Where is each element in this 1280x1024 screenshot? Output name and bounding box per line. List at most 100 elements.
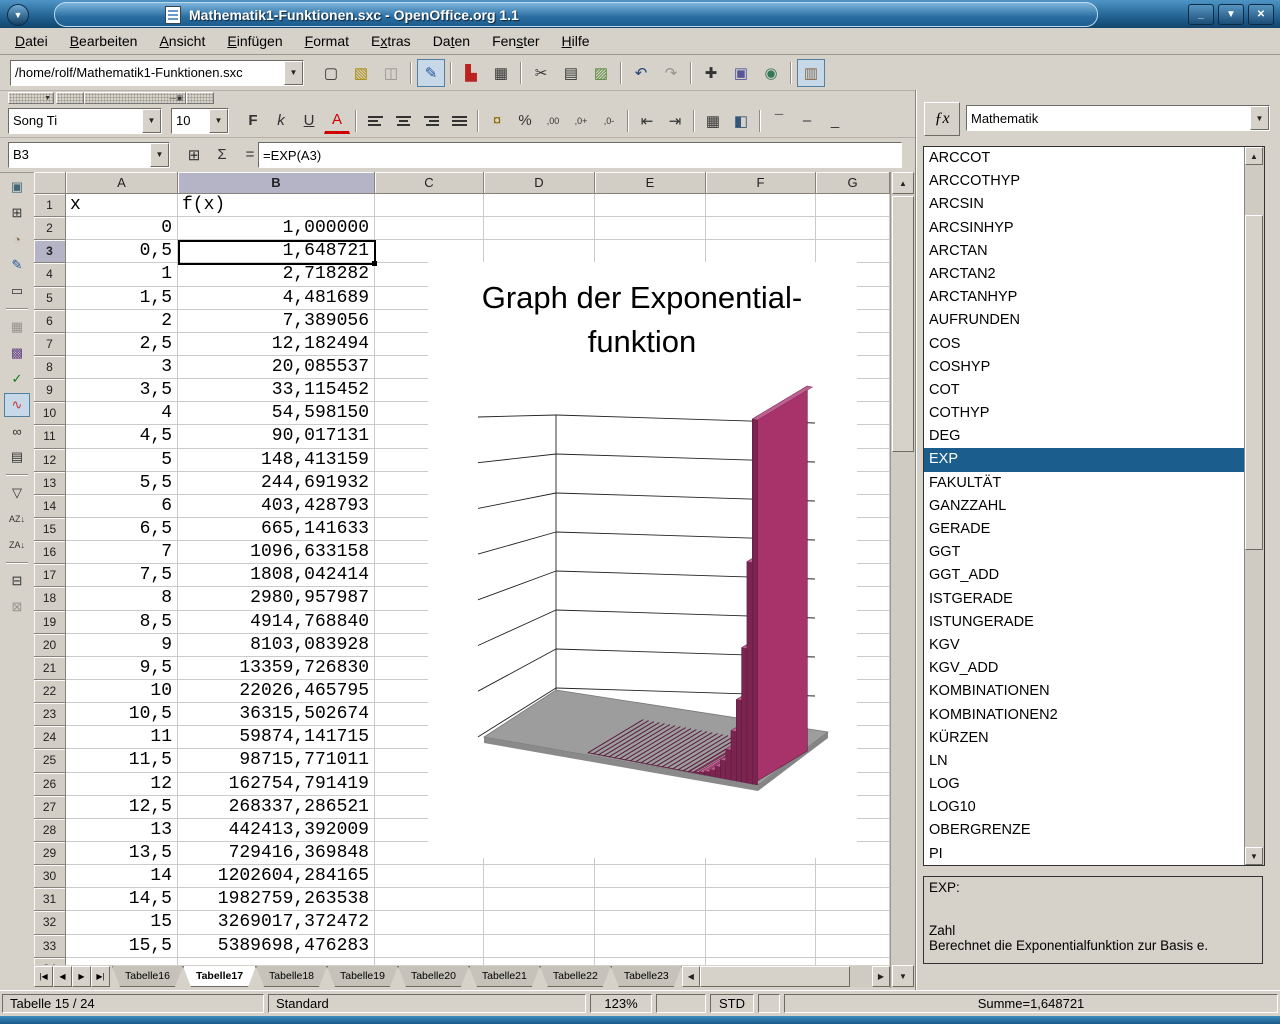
font-name-input[interactable] (9, 110, 142, 132)
export-pdf-icon[interactable]: ▙ (457, 59, 485, 87)
function-item-log[interactable]: LOG (924, 773, 1264, 796)
cell-A5[interactable]: 1,5 (66, 287, 178, 310)
row-header-20[interactable]: 20 (34, 634, 66, 657)
last-sheet-button[interactable]: ▶| (91, 966, 110, 987)
scroll-down-icon[interactable]: ▼ (892, 965, 914, 987)
copy-icon[interactable]: ▤ (557, 59, 585, 87)
function-item-ln[interactable]: LN (924, 750, 1264, 773)
borders-icon[interactable]: ▦ (700, 109, 726, 133)
category-dropdown-icon[interactable]: ▼ (1250, 106, 1269, 130)
function-item-fakultät[interactable]: FAKULTÄT (924, 472, 1264, 495)
font-color-icon[interactable]: A (324, 108, 350, 134)
cell-B31[interactable]: 1982759,263538 (178, 888, 375, 911)
cell-B1[interactable]: f(x) (178, 194, 375, 217)
column-header-F[interactable]: F (706, 172, 816, 194)
insert-form-icon[interactable]: ▭ (4, 279, 30, 303)
horizontal-scroll-thumb[interactable] (700, 966, 850, 987)
row-header-25[interactable]: 25 (34, 749, 66, 772)
increase-indent-icon[interactable]: ⇥ (662, 109, 688, 133)
align-center-vertical-icon[interactable]: – (794, 109, 820, 133)
spellcheck-icon[interactable]: ✓ (4, 367, 30, 391)
document-url-input[interactable] (11, 62, 284, 84)
sheet-tab-tabelle22[interactable]: Tabelle22 (540, 966, 611, 987)
insert-icon[interactable]: ▣ (4, 175, 30, 199)
cell-A3[interactable]: 0,5 (66, 240, 178, 263)
delete-decimal-icon[interactable]: ,0- (596, 109, 622, 133)
cell-A8[interactable]: 3 (66, 356, 178, 379)
sum-icon[interactable]: Σ (209, 143, 235, 167)
status-sheet-position[interactable]: Tabelle 15 / 24 (2, 994, 264, 1013)
title-capsule[interactable]: Mathematik1-Funktionen.sxc - OpenOffice.… (54, 2, 1098, 27)
font-size-dropdown-icon[interactable]: ▼ (209, 109, 228, 133)
row-header-15[interactable]: 15 (34, 518, 66, 541)
cell-B19[interactable]: 4914,768840 (178, 611, 375, 634)
cell-reference-input[interactable] (9, 144, 150, 166)
row-header-10[interactable]: 10 (34, 402, 66, 425)
font-name-combo[interactable]: ▼ (8, 108, 162, 134)
cell-B8[interactable]: 20,085537 (178, 356, 375, 379)
cell-B4[interactable]: 2,718282 (178, 263, 375, 286)
status-selection-mode[interactable]: STD (710, 994, 754, 1013)
toolbar-pin-handle[interactable]: —▣ (84, 92, 186, 104)
cell-G32[interactable] (816, 911, 890, 934)
menu-extras[interactable]: Extras (360, 30, 422, 52)
cell-F33[interactable] (706, 935, 816, 958)
menu-bearbeiten[interactable]: Bearbeiten (59, 30, 149, 52)
function-item-log10[interactable]: LOG10 (924, 796, 1264, 819)
formula-input-field[interactable] (258, 142, 902, 168)
cell-A30[interactable]: 14 (66, 865, 178, 888)
number-percent-icon[interactable]: % (512, 109, 538, 133)
row-header-1[interactable]: 1 (34, 194, 66, 217)
cell-A28[interactable]: 13 (66, 819, 178, 842)
row-header-14[interactable]: 14 (34, 495, 66, 518)
function-list[interactable]: ARCCOTARCCOTHYPARCSINARCSINHYPARCTANARCT… (923, 146, 1265, 866)
cell-B34[interactable] (178, 958, 375, 965)
function-item-istgerade[interactable]: ISTGERADE (924, 588, 1264, 611)
cell-B33[interactable]: 5389698,476283 (178, 935, 375, 958)
function-item-arccothyp[interactable]: ARCCOTHYP (924, 170, 1264, 193)
cell-B9[interactable]: 33,115452 (178, 379, 375, 402)
autofilter-icon[interactable]: ▽ (4, 481, 30, 505)
cell-B3[interactable]: 1,648721 (178, 240, 375, 263)
align-right-icon[interactable] (418, 109, 444, 133)
row-header-26[interactable]: 26 (34, 773, 66, 796)
column-header-B[interactable]: B (178, 172, 375, 194)
cell-B7[interactable]: 12,182494 (178, 333, 375, 356)
cell-G2[interactable] (816, 217, 890, 240)
hyperlink-icon[interactable]: ◉ (757, 59, 785, 87)
choose-themes-icon[interactable]: ▩ (4, 341, 30, 365)
row-header-16[interactable]: 16 (34, 541, 66, 564)
cell-A11[interactable]: 4,5 (66, 425, 178, 448)
cell-B12[interactable]: 148,413159 (178, 449, 375, 472)
cell-reference-combo[interactable]: ▼ (8, 142, 170, 168)
cell-F31[interactable] (706, 888, 816, 911)
cell-G33[interactable] (816, 935, 890, 958)
cell-B15[interactable]: 665,141633 (178, 518, 375, 541)
scroll-up-icon[interactable]: ▲ (892, 172, 914, 194)
paste-icon[interactable]: ▨ (587, 59, 615, 87)
sheet-tab-tabelle20[interactable]: Tabelle20 (398, 966, 469, 987)
cell-B5[interactable]: 4,481689 (178, 287, 375, 310)
cell-A25[interactable]: 11,5 (66, 749, 178, 772)
row-header-12[interactable]: 12 (34, 449, 66, 472)
column-header-D[interactable]: D (484, 172, 595, 194)
cell-A33[interactable]: 15,5 (66, 935, 178, 958)
number-currency-icon[interactable]: ¤ (484, 109, 510, 133)
group-icon[interactable]: ⊟ (4, 569, 30, 593)
menu-daten[interactable]: Daten (422, 30, 481, 52)
cell-E3[interactable] (595, 240, 706, 263)
cell-B29[interactable]: 729416,369848 (178, 842, 375, 865)
document-url-combo[interactable]: ▼ (10, 60, 304, 86)
cell-B16[interactable]: 1096,633158 (178, 541, 375, 564)
cell-A12[interactable]: 5 (66, 449, 178, 472)
cell-F32[interactable] (706, 911, 816, 934)
cut-icon[interactable]: ✂ (527, 59, 555, 87)
sheet-tab-tabelle21[interactable]: Tabelle21 (469, 966, 540, 987)
cell-B27[interactable]: 268337,286521 (178, 796, 375, 819)
cell-E2[interactable] (595, 217, 706, 240)
menu-ansicht[interactable]: Ansicht (148, 30, 216, 52)
cell-E31[interactable] (595, 888, 706, 911)
row-header-27[interactable]: 27 (34, 796, 66, 819)
cell-B24[interactable]: 59874,141715 (178, 726, 375, 749)
function-item-arctanhyp[interactable]: ARCTANHYP (924, 286, 1264, 309)
